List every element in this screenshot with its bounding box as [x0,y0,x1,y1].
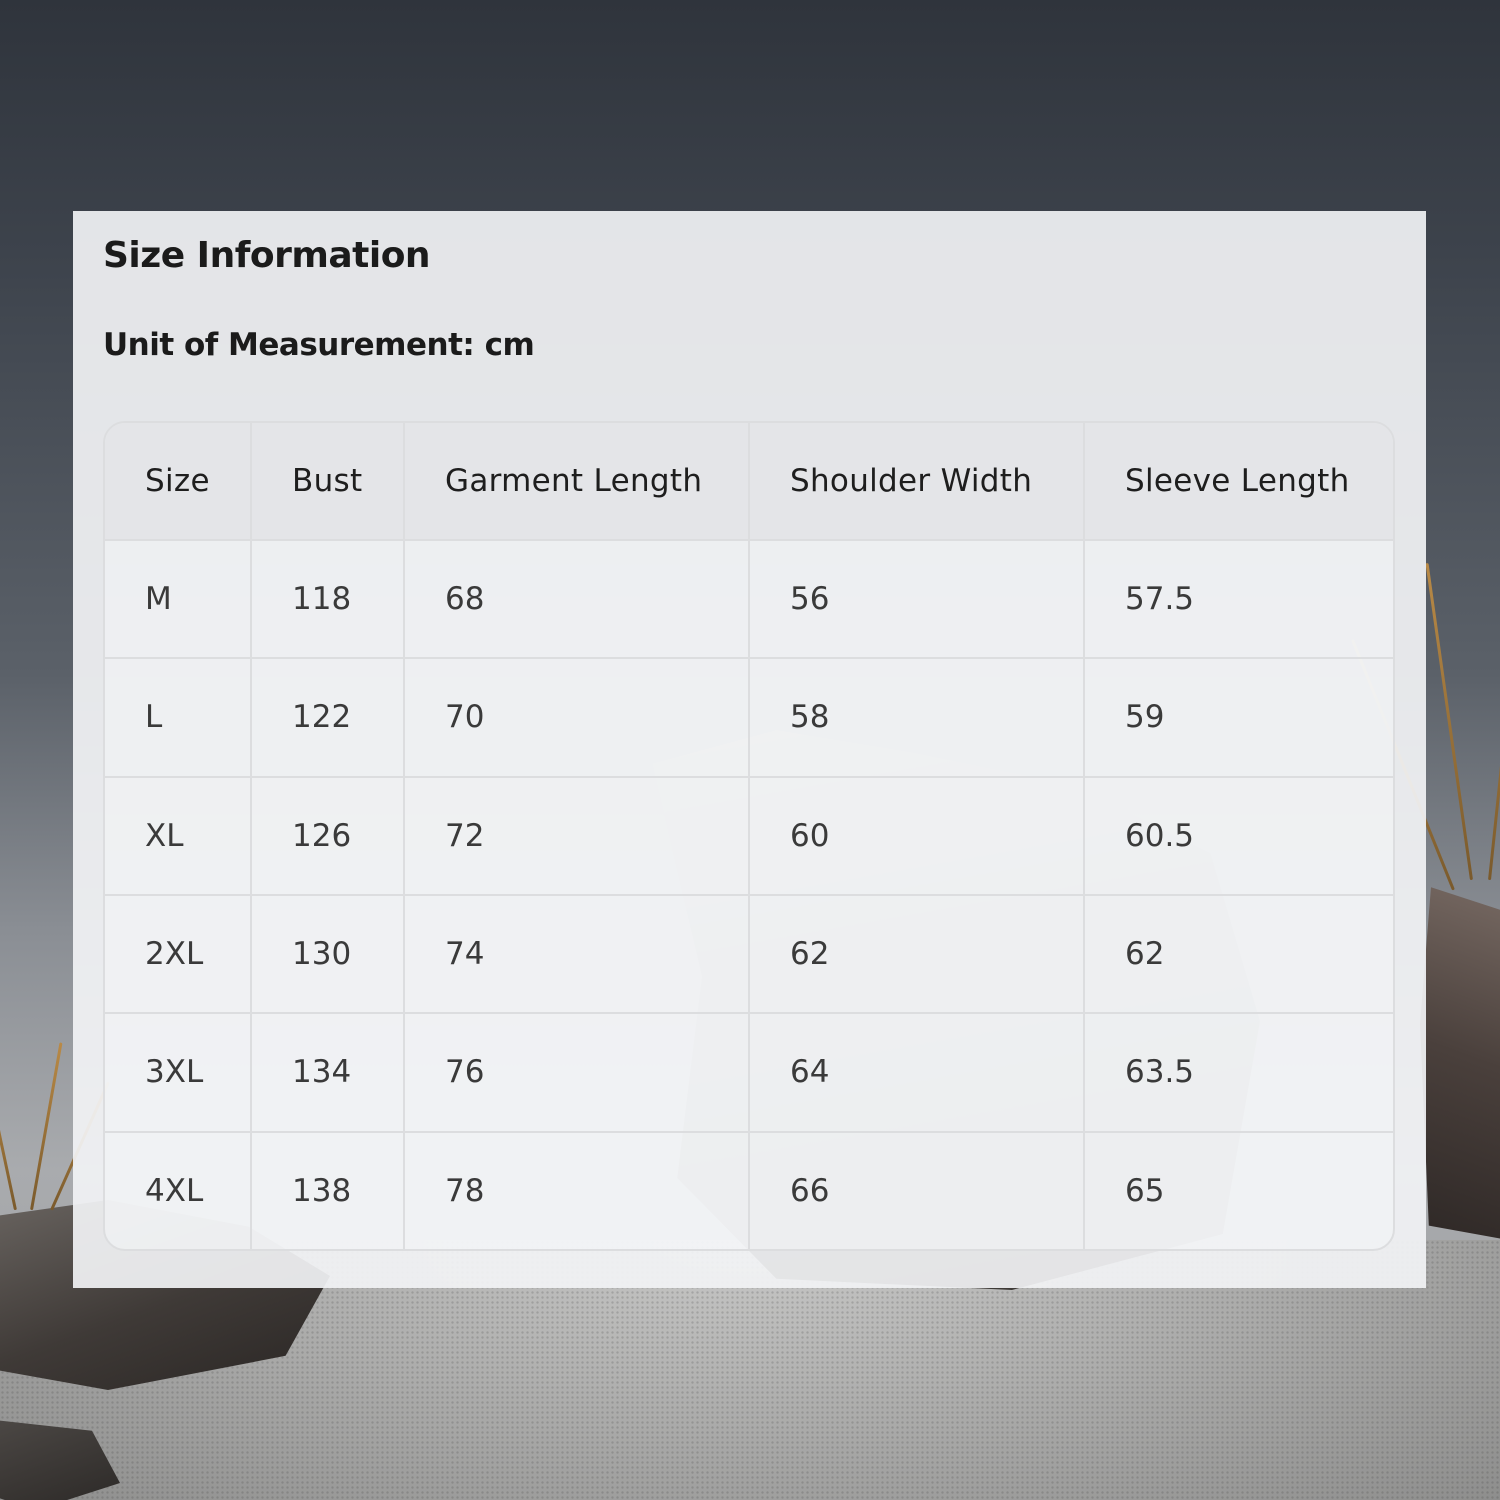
table-cell: 56 [748,538,1085,660]
table-cell: 70 [403,657,750,778]
plant-stem [30,1042,63,1211]
table-cell: 59 [1083,657,1393,778]
table-cell: 72 [403,775,750,896]
table-cell: 126 [250,775,405,896]
table-header-row: Size Bust Garment Length Shoulder Width … [105,423,1393,541]
column-header-bust: Bust [250,423,405,541]
table-cell: 3XL [105,1012,252,1133]
plant-stem [0,1062,17,1211]
table-cell: 62 [748,893,1085,1015]
page-title: Size Information [103,235,431,276]
table-cell: 58 [748,657,1085,778]
table-row: M 118 68 56 57.5 [105,538,1393,660]
plant-stem [1488,581,1500,881]
table-cell: 62 [1083,893,1393,1015]
table-cell: 118 [250,538,405,660]
column-header-size: Size [105,423,252,541]
table-cell: 63.5 [1083,1012,1393,1133]
right-rock [1420,887,1500,1240]
table-row: 3XL 134 76 64 63.5 [105,1012,1393,1133]
unit-label: Unit of Measurement: cm [103,327,535,363]
table-cell: L [105,657,252,778]
table-cell: 60.5 [1083,775,1393,896]
table-cell: 68 [403,538,750,660]
column-header-garment-length: Garment Length [403,423,750,541]
table-row: 2XL 130 74 62 62 [105,893,1393,1015]
size-table-container: Size Bust Garment Length Shoulder Width … [103,421,1395,1251]
column-header-sleeve-length: Sleeve Length [1083,423,1393,541]
table-cell: 4XL [105,1130,252,1249]
table-cell: 64 [748,1012,1085,1133]
table-cell: 66 [748,1130,1085,1249]
table-cell: 65 [1083,1130,1393,1249]
table-row: XL 126 72 60 60.5 [105,775,1393,896]
column-header-shoulder-width: Shoulder Width [748,423,1085,541]
table-cell: M [105,538,252,660]
table-cell: 2XL [105,893,252,1015]
size-table: Size Bust Garment Length Shoulder Width … [105,423,1393,1249]
plant-stem [1425,562,1473,881]
table-cell: 57.5 [1083,538,1393,660]
table-cell: 134 [250,1012,405,1133]
table-row: L 122 70 58 59 [105,657,1393,778]
table-cell: 74 [403,893,750,1015]
size-info-panel: Size Information Unit of Measurement: cm… [73,211,1426,1288]
table-cell: XL [105,775,252,896]
table-cell: 138 [250,1130,405,1249]
table-row: 4XL 138 78 66 65 [105,1130,1393,1249]
table-cell: 130 [250,893,405,1015]
table-cell: 122 [250,657,405,778]
table-cell: 76 [403,1012,750,1133]
table-cell: 78 [403,1130,750,1249]
table-cell: 60 [748,775,1085,896]
